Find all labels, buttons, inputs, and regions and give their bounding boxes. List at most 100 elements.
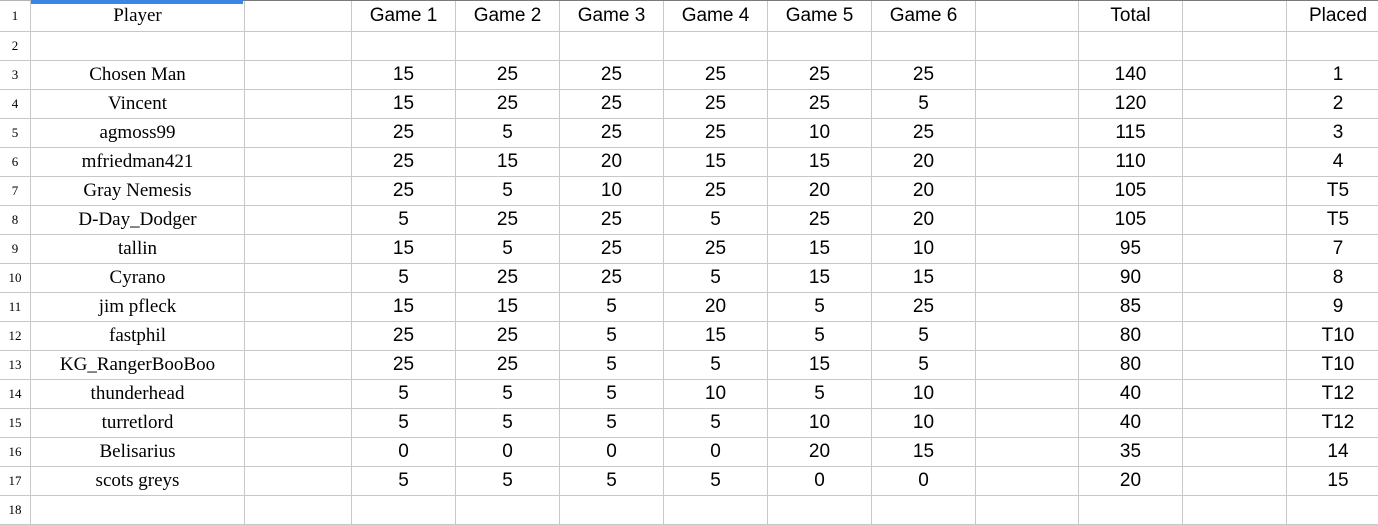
cell-game-1[interactable] (352, 32, 456, 61)
row-header-1[interactable]: 1 (0, 0, 31, 32)
row-header-17[interactable]: 17 (0, 467, 31, 496)
cell-game-1[interactable]: 15 (352, 293, 456, 322)
cell-spacer[interactable] (245, 467, 352, 496)
cell-game-2[interactable]: 15 (456, 148, 560, 177)
cell-player[interactable]: thunderhead (31, 380, 245, 409)
cell-spacer[interactable] (976, 119, 1079, 148)
cell-game-2[interactable]: 5 (456, 467, 560, 496)
cell-placed[interactable] (1287, 32, 1378, 61)
cell-spacer[interactable] (976, 177, 1079, 206)
cell-spacer[interactable] (1183, 467, 1287, 496)
cell-spacer[interactable] (245, 380, 352, 409)
cell-total[interactable]: 35 (1079, 438, 1183, 467)
cell-game-5[interactable]: 25 (768, 90, 872, 119)
row-header-13[interactable]: 13 (0, 351, 31, 380)
cell-game-4[interactable]: 10 (664, 380, 768, 409)
cell-spacer[interactable] (976, 32, 1079, 61)
row-header-3[interactable]: 3 (0, 61, 31, 90)
cell-spacer[interactable] (976, 438, 1079, 467)
cell-game-3[interactable]: 25 (560, 90, 664, 119)
cell-game-6[interactable] (872, 32, 976, 61)
cell-game-5[interactable]: 0 (768, 467, 872, 496)
cell-spacer[interactable] (245, 90, 352, 119)
cell-spacer[interactable] (976, 61, 1079, 90)
cell-placed[interactable]: T5 (1287, 177, 1378, 206)
cell-player[interactable]: Gray Nemesis (31, 177, 245, 206)
cell-game-6[interactable]: 25 (872, 61, 976, 90)
cell-game-5[interactable]: 5 (768, 293, 872, 322)
cell-game-5[interactable]: 10 (768, 409, 872, 438)
cell-placed[interactable]: T5 (1287, 206, 1378, 235)
cell-game-6[interactable]: 15 (872, 438, 976, 467)
cell-placed[interactable]: T10 (1287, 351, 1378, 380)
cell-total[interactable]: 90 (1079, 264, 1183, 293)
cell-game-6[interactable]: 5 (872, 90, 976, 119)
cell-game-2[interactable]: 15 (456, 293, 560, 322)
cell-player[interactable]: scots greys (31, 467, 245, 496)
cell-total[interactable]: 40 (1079, 380, 1183, 409)
cell-game-3[interactable]: 5 (560, 380, 664, 409)
cell-spacer[interactable] (1183, 32, 1287, 61)
cell-spacer[interactable] (976, 148, 1079, 177)
cell-game-4[interactable]: 5 (664, 467, 768, 496)
cell-game-5[interactable]: 25 (768, 206, 872, 235)
cell-spacer[interactable] (245, 0, 352, 32)
cell-game-2[interactable]: 5 (456, 409, 560, 438)
cell-game-3[interactable]: 25 (560, 235, 664, 264)
cell-game-3[interactable]: 25 (560, 264, 664, 293)
cell-game-4[interactable] (664, 496, 768, 525)
cell-player[interactable]: KG_RangerBooBoo (31, 351, 245, 380)
cell-game-5[interactable] (768, 32, 872, 61)
cell-spacer[interactable] (245, 177, 352, 206)
cell-game-2[interactable] (456, 32, 560, 61)
cell-total[interactable] (1079, 496, 1183, 525)
cell-game-6[interactable]: 25 (872, 293, 976, 322)
cell-game-3[interactable]: 5 (560, 351, 664, 380)
cell-game-5[interactable]: 5 (768, 322, 872, 351)
cell-game-4[interactable]: 0 (664, 438, 768, 467)
cell-game-2[interactable]: 0 (456, 438, 560, 467)
cell-spacer[interactable] (1183, 293, 1287, 322)
cell-game-3[interactable]: 0 (560, 438, 664, 467)
cell-placed[interactable] (1287, 496, 1378, 525)
cell-spacer[interactable] (245, 351, 352, 380)
cell-game-3[interactable]: 5 (560, 293, 664, 322)
cell-player[interactable]: turretlord (31, 409, 245, 438)
cell-game-1[interactable]: 15 (352, 235, 456, 264)
cell-spacer[interactable] (245, 438, 352, 467)
cell-player[interactable] (31, 32, 245, 61)
cell-player[interactable]: Chosen Man (31, 61, 245, 90)
cell-game-5[interactable]: 15 (768, 351, 872, 380)
cell-placed[interactable]: T12 (1287, 380, 1378, 409)
cell-game-4[interactable]: 25 (664, 119, 768, 148)
row-header-6[interactable]: 6 (0, 148, 31, 177)
cell-total[interactable]: 95 (1079, 235, 1183, 264)
cell-spacer[interactable] (976, 322, 1079, 351)
cell-game-3[interactable]: 10 (560, 177, 664, 206)
cell-game-4[interactable]: 5 (664, 206, 768, 235)
cell-game-2[interactable]: 25 (456, 61, 560, 90)
cell-game-6[interactable]: 20 (872, 177, 976, 206)
row-header-18[interactable]: 18 (0, 496, 31, 525)
cell-placed[interactable]: 7 (1287, 235, 1378, 264)
cell-spacer[interactable] (976, 206, 1079, 235)
cell-placed[interactable]: 9 (1287, 293, 1378, 322)
cell-total[interactable]: 40 (1079, 409, 1183, 438)
cell-spacer[interactable] (1183, 438, 1287, 467)
cell-game-1[interactable]: 25 (352, 119, 456, 148)
cell-placed[interactable]: 3 (1287, 119, 1378, 148)
cell-game-5[interactable]: 25 (768, 61, 872, 90)
cell-game-2[interactable]: 5 (456, 119, 560, 148)
cell-spacer[interactable] (1183, 322, 1287, 351)
cell-player[interactable]: tallin (31, 235, 245, 264)
cell-player[interactable]: jim pfleck (31, 293, 245, 322)
cell-game-5[interactable]: 15 (768, 235, 872, 264)
cell-spacer[interactable] (245, 206, 352, 235)
row-header-8[interactable]: 8 (0, 206, 31, 235)
cell-game-5[interactable] (768, 496, 872, 525)
cell-game-2[interactable] (456, 496, 560, 525)
cell-player[interactable]: Vincent (31, 90, 245, 119)
cell-game-5[interactable]: 5 (768, 380, 872, 409)
cell-total[interactable]: 115 (1079, 119, 1183, 148)
cell-game-1[interactable]: 5 (352, 380, 456, 409)
